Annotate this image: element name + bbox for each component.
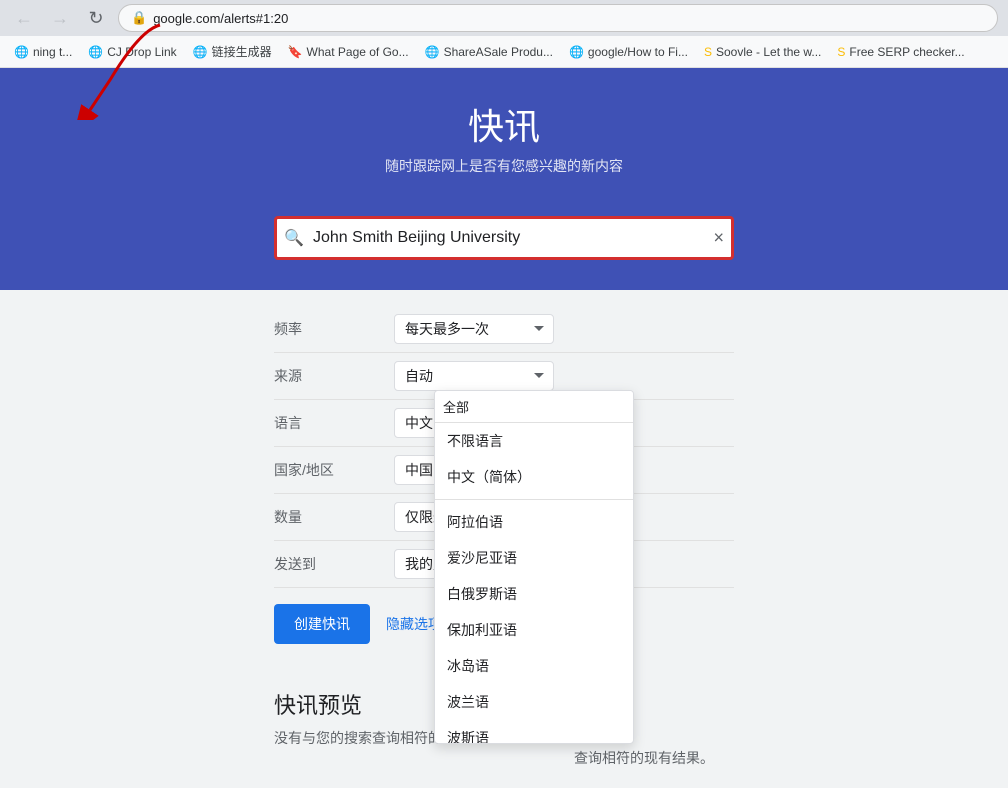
bookmark-label: google/How to Fi... — [588, 45, 688, 59]
dropdown-item-persian[interactable]: 波斯语 — [435, 720, 633, 743]
bookmark-soovle[interactable]: S Soovle - Let the w... — [700, 43, 825, 61]
search-icon: 🔍 — [284, 228, 304, 248]
bookmark-link-gen[interactable]: 🌐 链接生成器 — [189, 41, 276, 62]
region-label: 国家/地区 — [274, 460, 394, 480]
preview-text-secondary: 查询相符的现有结果。 — [574, 750, 714, 766]
clear-search-button[interactable]: × — [713, 228, 724, 249]
bookmark-label: Soovle - Let the w... — [716, 45, 821, 59]
dropdown-item-polish[interactable]: 波兰语 — [435, 684, 633, 720]
url-text: google.com/alerts#1:20 — [153, 11, 288, 26]
alerts-subtitle: 随时跟踪网上是否有您感兴趣的新内容 — [0, 156, 1008, 176]
bookmark-label: 链接生成器 — [212, 43, 272, 60]
language-label: 语言 — [274, 413, 394, 433]
dropdown-item-bulgarian[interactable]: 保加利亚语 — [435, 612, 633, 648]
alerts-header: 快讯 随时跟踪网上是否有您感兴趣的新内容 — [0, 68, 1008, 196]
source-label: 来源 — [274, 366, 394, 386]
dropdown-divider — [435, 499, 633, 500]
dropdown-item-no-limit[interactable]: 不限语言 — [435, 423, 633, 459]
page-content: 快讯 随时跟踪网上是否有您感兴趣的新内容 🔍 × 频率 — [0, 68, 1008, 788]
bookmark-google-how[interactable]: 🌐 google/How to Fi... — [565, 43, 692, 61]
refresh-button[interactable]: ↻ — [82, 4, 110, 32]
search-input[interactable] — [274, 216, 734, 260]
bookmark-whatpage[interactable]: 🔖 What Page of Go... — [284, 43, 413, 61]
dropdown-item-icelandic[interactable]: 冰岛语 — [435, 648, 633, 684]
source-select[interactable]: 自动 — [394, 361, 554, 391]
bookmark-serp[interactable]: S Free SERP checker... — [833, 43, 968, 61]
dropdown-scroll[interactable]: 不限语言 中文（简体） 阿拉伯语 爱沙尼亚语 白俄罗斯语 保加利亚语 冰岛语 波… — [435, 423, 633, 743]
bookmark-label: ShareASale Produ... — [444, 45, 553, 59]
dropdown-item-belarusian[interactable]: 白俄罗斯语 — [435, 576, 633, 612]
bookmark-label: Free SERP checker... — [849, 45, 964, 59]
bookmark-shareasale[interactable]: 🌐 ShareASale Produ... — [421, 43, 557, 61]
frequency-row: 频率 每天最多一次 实时 每周一次 — [274, 306, 734, 353]
forward-button[interactable]: → — [46, 4, 74, 32]
lock-icon: 🔒 — [131, 10, 147, 26]
dropdown-item-arabic[interactable]: 阿拉伯语 — [435, 504, 633, 540]
bookmark-ning[interactable]: 🌐 ning t... — [10, 43, 76, 61]
quantity-label: 数量 — [274, 507, 394, 527]
dropdown-item-estonian[interactable]: 爱沙尼亚语 — [435, 540, 633, 576]
sendto-label: 发送到 — [274, 554, 394, 574]
bookmarks-bar: 🌐 ning t... 🌐 CJ Drop Link 🌐 链接生成器 🔖 Wha… — [0, 36, 1008, 68]
alerts-title: 快讯 — [0, 98, 1008, 150]
preview-text-main: 没有与您的搜索查询相符的 — [274, 730, 442, 746]
bookmark-cj[interactable]: 🌐 CJ Drop Link — [84, 43, 180, 61]
create-alert-button[interactable]: 创建快讯 — [274, 604, 370, 644]
bookmark-label: What Page of Go... — [307, 45, 409, 59]
url-bar[interactable]: 🔒 google.com/alerts#1:20 — [118, 4, 998, 32]
language-dropdown[interactable]: 全部 不限语言 中文（简体） 阿拉伯语 爱沙尼亚语 白俄罗斯语 保加利亚语 冰岛… — [434, 390, 634, 744]
bookmark-label: CJ Drop Link — [107, 45, 176, 59]
frequency-label: 频率 — [274, 319, 394, 339]
bookmark-label: ning t... — [33, 45, 72, 59]
frequency-select[interactable]: 每天最多一次 实时 每周一次 — [394, 314, 554, 344]
back-button[interactable]: ← — [10, 4, 38, 32]
dropdown-header: 全部 — [435, 391, 633, 423]
dropdown-item-chinese-simplified[interactable]: 中文（简体） — [435, 459, 633, 495]
